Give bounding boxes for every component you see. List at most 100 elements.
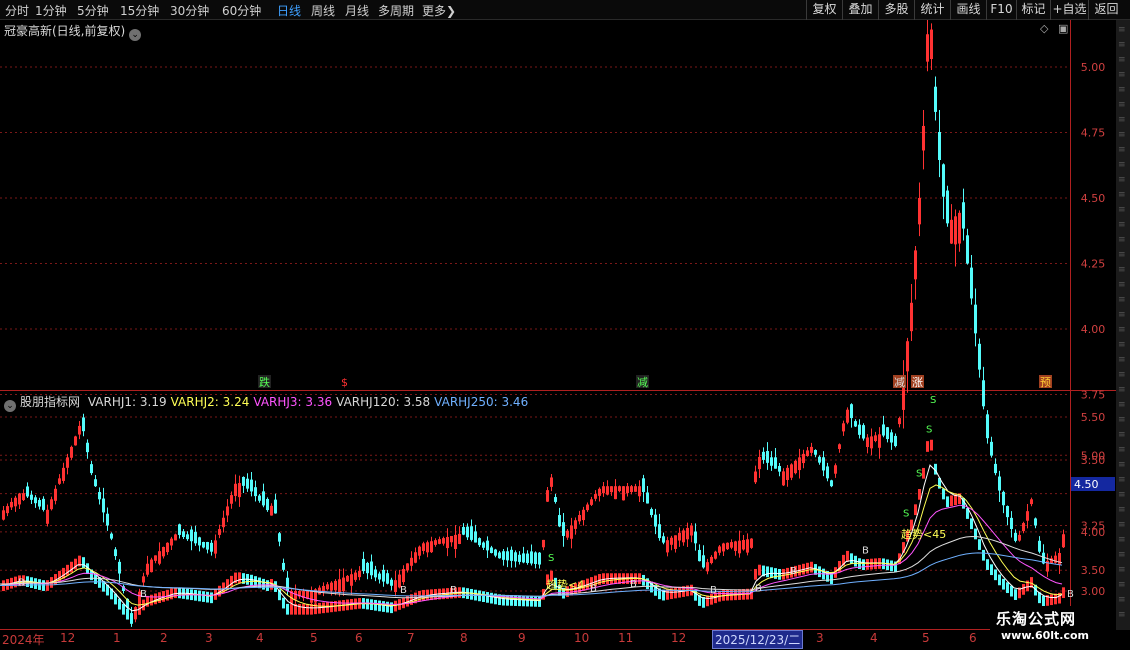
candle-body [6, 506, 9, 514]
toolbar-button[interactable]: F10 [986, 0, 1016, 20]
candle-body [446, 537, 449, 549]
candle-body [62, 467, 65, 481]
candle-body [982, 380, 985, 407]
candle-body [914, 250, 917, 280]
timeframe-tab[interactable]: 分时 [5, 2, 29, 19]
candle-body [310, 591, 313, 603]
candle-body [874, 435, 877, 442]
candle-body [442, 538, 445, 544]
side-toolbar-glyph: ≡ [1118, 400, 1126, 410]
candle-body [370, 561, 373, 576]
indicator-signal-marker: B [1067, 589, 1074, 600]
candle-body [238, 483, 241, 498]
indicator-bar [998, 574, 1001, 586]
candle-body [602, 486, 605, 494]
candle-body [598, 488, 601, 496]
indicator-bar [922, 467, 925, 479]
indicator-bar [42, 580, 45, 591]
candle-body [726, 542, 729, 550]
candle-body [110, 533, 113, 539]
indicator-bar [942, 488, 945, 500]
price-tick-label: 4.00 [1081, 323, 1106, 336]
toolbar-button[interactable]: 多股 [878, 0, 914, 20]
timeframe-tab[interactable]: 1分钟 [35, 2, 67, 19]
timeframe-tab[interactable]: 多周期 [378, 2, 414, 19]
candle-body [178, 524, 181, 535]
candle-body [90, 464, 93, 474]
indicator-signal-marker: B [590, 584, 597, 595]
timeframe-tab-active[interactable]: 日线 [277, 2, 301, 19]
candle-body [770, 457, 773, 466]
time-tick-label: 12 [671, 631, 687, 645]
candle-body [46, 509, 49, 524]
candle-body [198, 537, 201, 546]
side-toolbar-glyph: ≡ [1118, 610, 1126, 620]
indicator-bar [82, 557, 85, 568]
candle-body [894, 435, 897, 447]
timeframe-tab[interactable]: 30分钟 [170, 2, 209, 19]
candle-body [818, 456, 821, 463]
candle-body [50, 499, 53, 510]
candle-body [462, 527, 465, 535]
side-toolbar-glyph: ≡ [1118, 505, 1126, 515]
candle-body [794, 460, 797, 474]
timeframe-tab[interactable]: 60分钟 [222, 2, 261, 19]
side-toolbar-glyph: ≡ [1118, 460, 1126, 470]
toolbar-button[interactable]: 画线 [950, 0, 986, 20]
candle-body [990, 441, 993, 456]
candle-body [234, 483, 237, 496]
side-toolbar[interactable]: ≡ ≡ ≡ ≡ ≡ ≡ ≡ ≡ ≡ ≡ ≡ ≡ ≡ ≡ ≡ ≡ ≡ ≡ ≡ ≡ ≡ ≡ ≡ ≡ ≡ ≡ ≡ ≡ ≡ ≡ ≡ ≡ ≡ ≡ ≡ ≡ ≡ ≡ ≡ ≡ [1116, 20, 1130, 630]
more-menu[interactable]: 更多❯ [422, 2, 456, 19]
toolbar-button[interactable]: 统计 [914, 0, 950, 20]
watermark-logo: 乐淘公式网 www.60lt.com [990, 606, 1116, 646]
candle-body [834, 465, 837, 474]
timeframe-tab[interactable]: 15分钟 [120, 2, 159, 19]
indicator-bar [282, 597, 285, 609]
toolbar-button[interactable]: 返回 [1088, 0, 1124, 20]
candle-body [54, 488, 57, 501]
indicator-bar [318, 602, 321, 614]
indicator-bar [950, 495, 953, 507]
time-tick-label: 4 [870, 631, 878, 645]
side-toolbar-glyph: ≡ [1118, 280, 1126, 290]
indicator-tick-label: 4.00 [1081, 526, 1106, 539]
candle-body [410, 557, 413, 566]
candle-body [766, 451, 769, 463]
toolbar-button[interactable]: 叠加 [842, 0, 878, 20]
candle-body [686, 527, 689, 540]
candle-body [282, 562, 285, 570]
indicator-bar [830, 573, 833, 584]
indicator-bar [478, 590, 481, 602]
side-toolbar-glyph: ≡ [1118, 310, 1126, 320]
toolbar-button[interactable]: 标记 [1016, 0, 1050, 20]
candle-body [362, 558, 365, 572]
timeframe-tab[interactable]: 5分钟 [77, 2, 109, 19]
toolbar-button[interactable]: +自选 [1050, 0, 1088, 20]
indicator-signal-marker: B [140, 589, 147, 600]
side-toolbar-glyph: ≡ [1118, 205, 1126, 215]
indicator-bar [862, 559, 865, 571]
candle-body [922, 125, 925, 151]
candle-body [378, 573, 381, 580]
candle-body [466, 526, 469, 538]
candle-body [862, 425, 865, 439]
candle-body [350, 574, 353, 586]
candle-body [286, 577, 289, 591]
candle-body [474, 531, 477, 543]
candle-body [278, 533, 281, 542]
indicator-bar [470, 588, 473, 600]
candle-body [638, 486, 641, 497]
candle-body [518, 554, 521, 562]
chart-canvas[interactable]: 5.004.754.504.254.003.753.503.253.005.50… [0, 20, 1116, 630]
candle-body [558, 515, 561, 527]
candle-body [242, 476, 245, 486]
timeframe-tab[interactable]: 周线 [311, 2, 335, 19]
side-toolbar-glyph: ≡ [1118, 595, 1126, 605]
candle-body [642, 478, 645, 492]
toolbar-button[interactable]: 复权 [806, 0, 842, 20]
timeframe-tab[interactable]: 月线 [345, 2, 369, 19]
candle-body [330, 582, 333, 591]
candle-body [838, 444, 841, 450]
candle-body [458, 533, 461, 544]
side-toolbar-glyph: ≡ [1118, 70, 1126, 80]
